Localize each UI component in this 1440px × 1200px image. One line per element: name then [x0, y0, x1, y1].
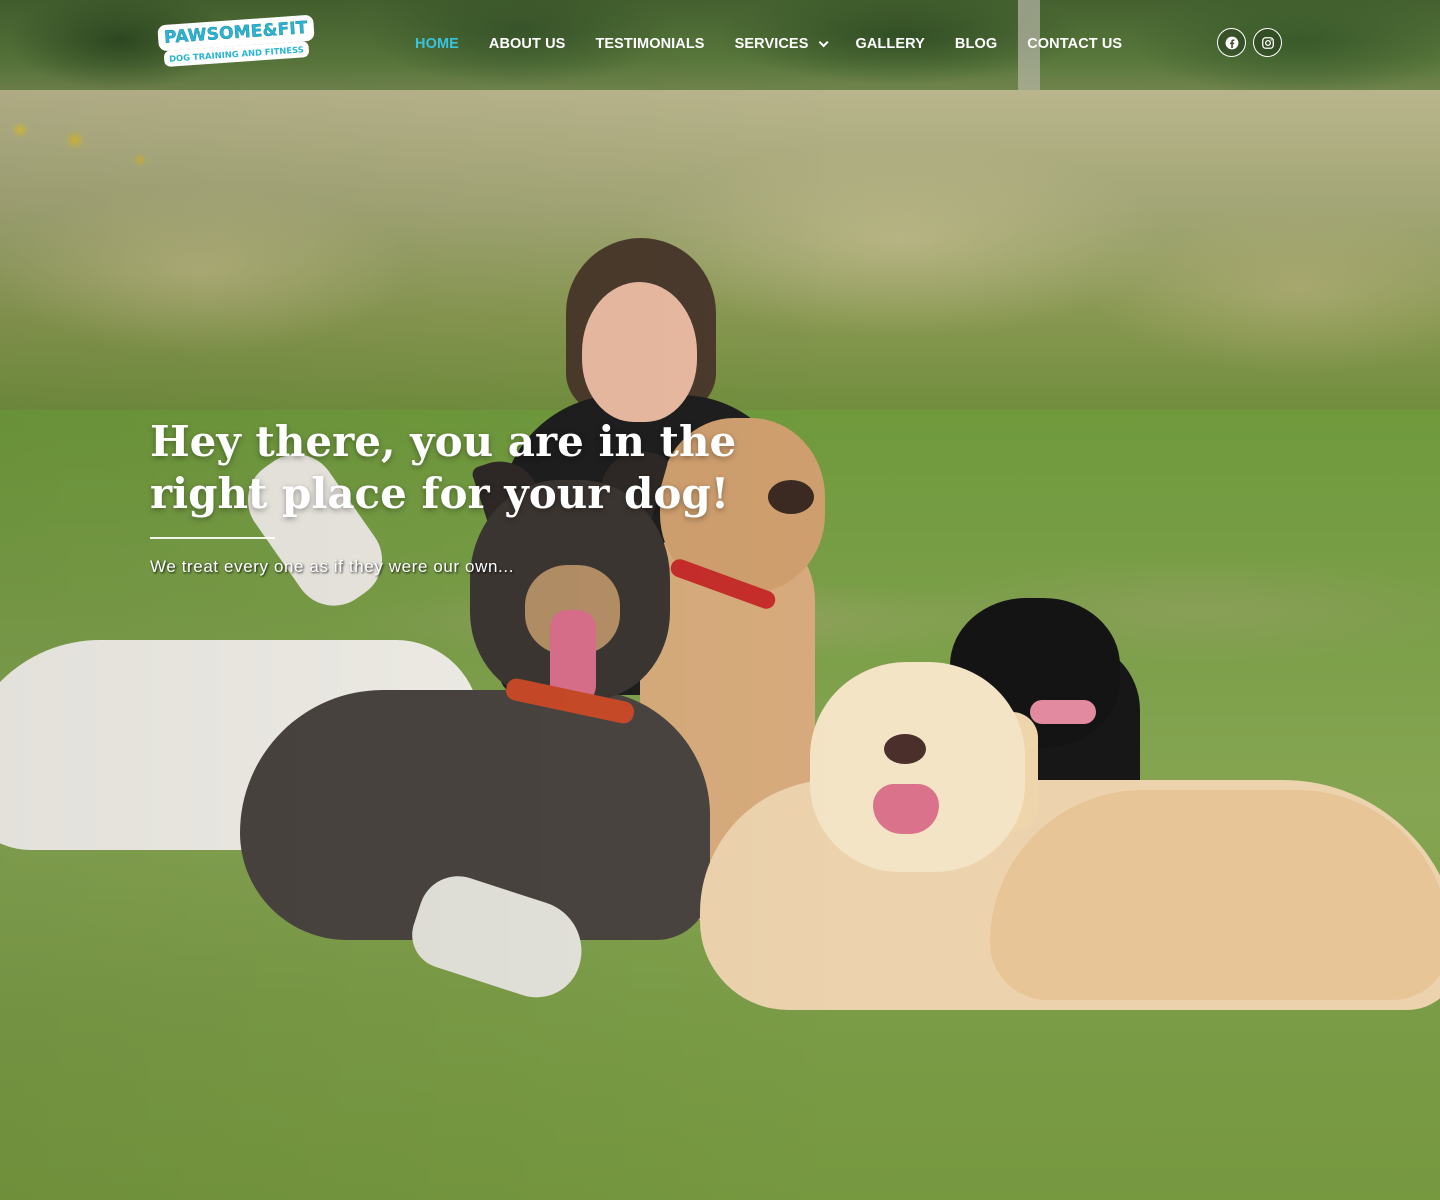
- hero-background-photo: [0, 0, 1440, 1200]
- nav-testimonials-label: TESTIMONIALS: [595, 36, 705, 52]
- nav-contact-us[interactable]: CONTACT US: [1027, 36, 1122, 52]
- nav-home[interactable]: HOME: [415, 36, 459, 52]
- instagram-link[interactable]: [1253, 28, 1282, 57]
- nav-services[interactable]: SERVICES: [734, 36, 830, 52]
- nav-about-us[interactable]: ABOUT US: [489, 36, 566, 52]
- nav-gallery[interactable]: GALLERY: [855, 36, 924, 52]
- nav-home-label: HOME: [415, 36, 459, 52]
- nav-services-label: SERVICES: [734, 36, 809, 52]
- hero-subtitle: We treat every one as if they were our o…: [150, 557, 515, 576]
- nav-blog-label: BLOG: [954, 36, 998, 52]
- site-header: PAWSOME&FIT DOG TRAINING AND FITNESS HOM…: [0, 0, 1440, 88]
- nav-about-us-label: ABOUT US: [488, 36, 566, 52]
- facebook-icon: [1225, 36, 1238, 49]
- chevron-down-icon: [819, 36, 830, 47]
- nav-contact-us-label: CONTACT US: [1027, 36, 1123, 52]
- instagram-icon: [1261, 36, 1274, 49]
- main-nav: HOME ABOUT US TESTIMONIALS SERVICES GALL…: [415, 30, 1152, 58]
- hero-divider: [150, 537, 275, 539]
- nav-blog[interactable]: BLOG: [955, 36, 997, 52]
- site-logo[interactable]: PAWSOME&FIT DOG TRAINING AND FITNESS: [157, 14, 315, 68]
- nav-gallery-label: GALLERY: [855, 36, 925, 52]
- photo-overlay: [0, 0, 1440, 1200]
- facebook-link[interactable]: [1217, 28, 1246, 57]
- nav-testimonials[interactable]: TESTIMONIALS: [595, 36, 704, 52]
- hero-title: Hey there, you are in the right place fo…: [150, 417, 737, 518]
